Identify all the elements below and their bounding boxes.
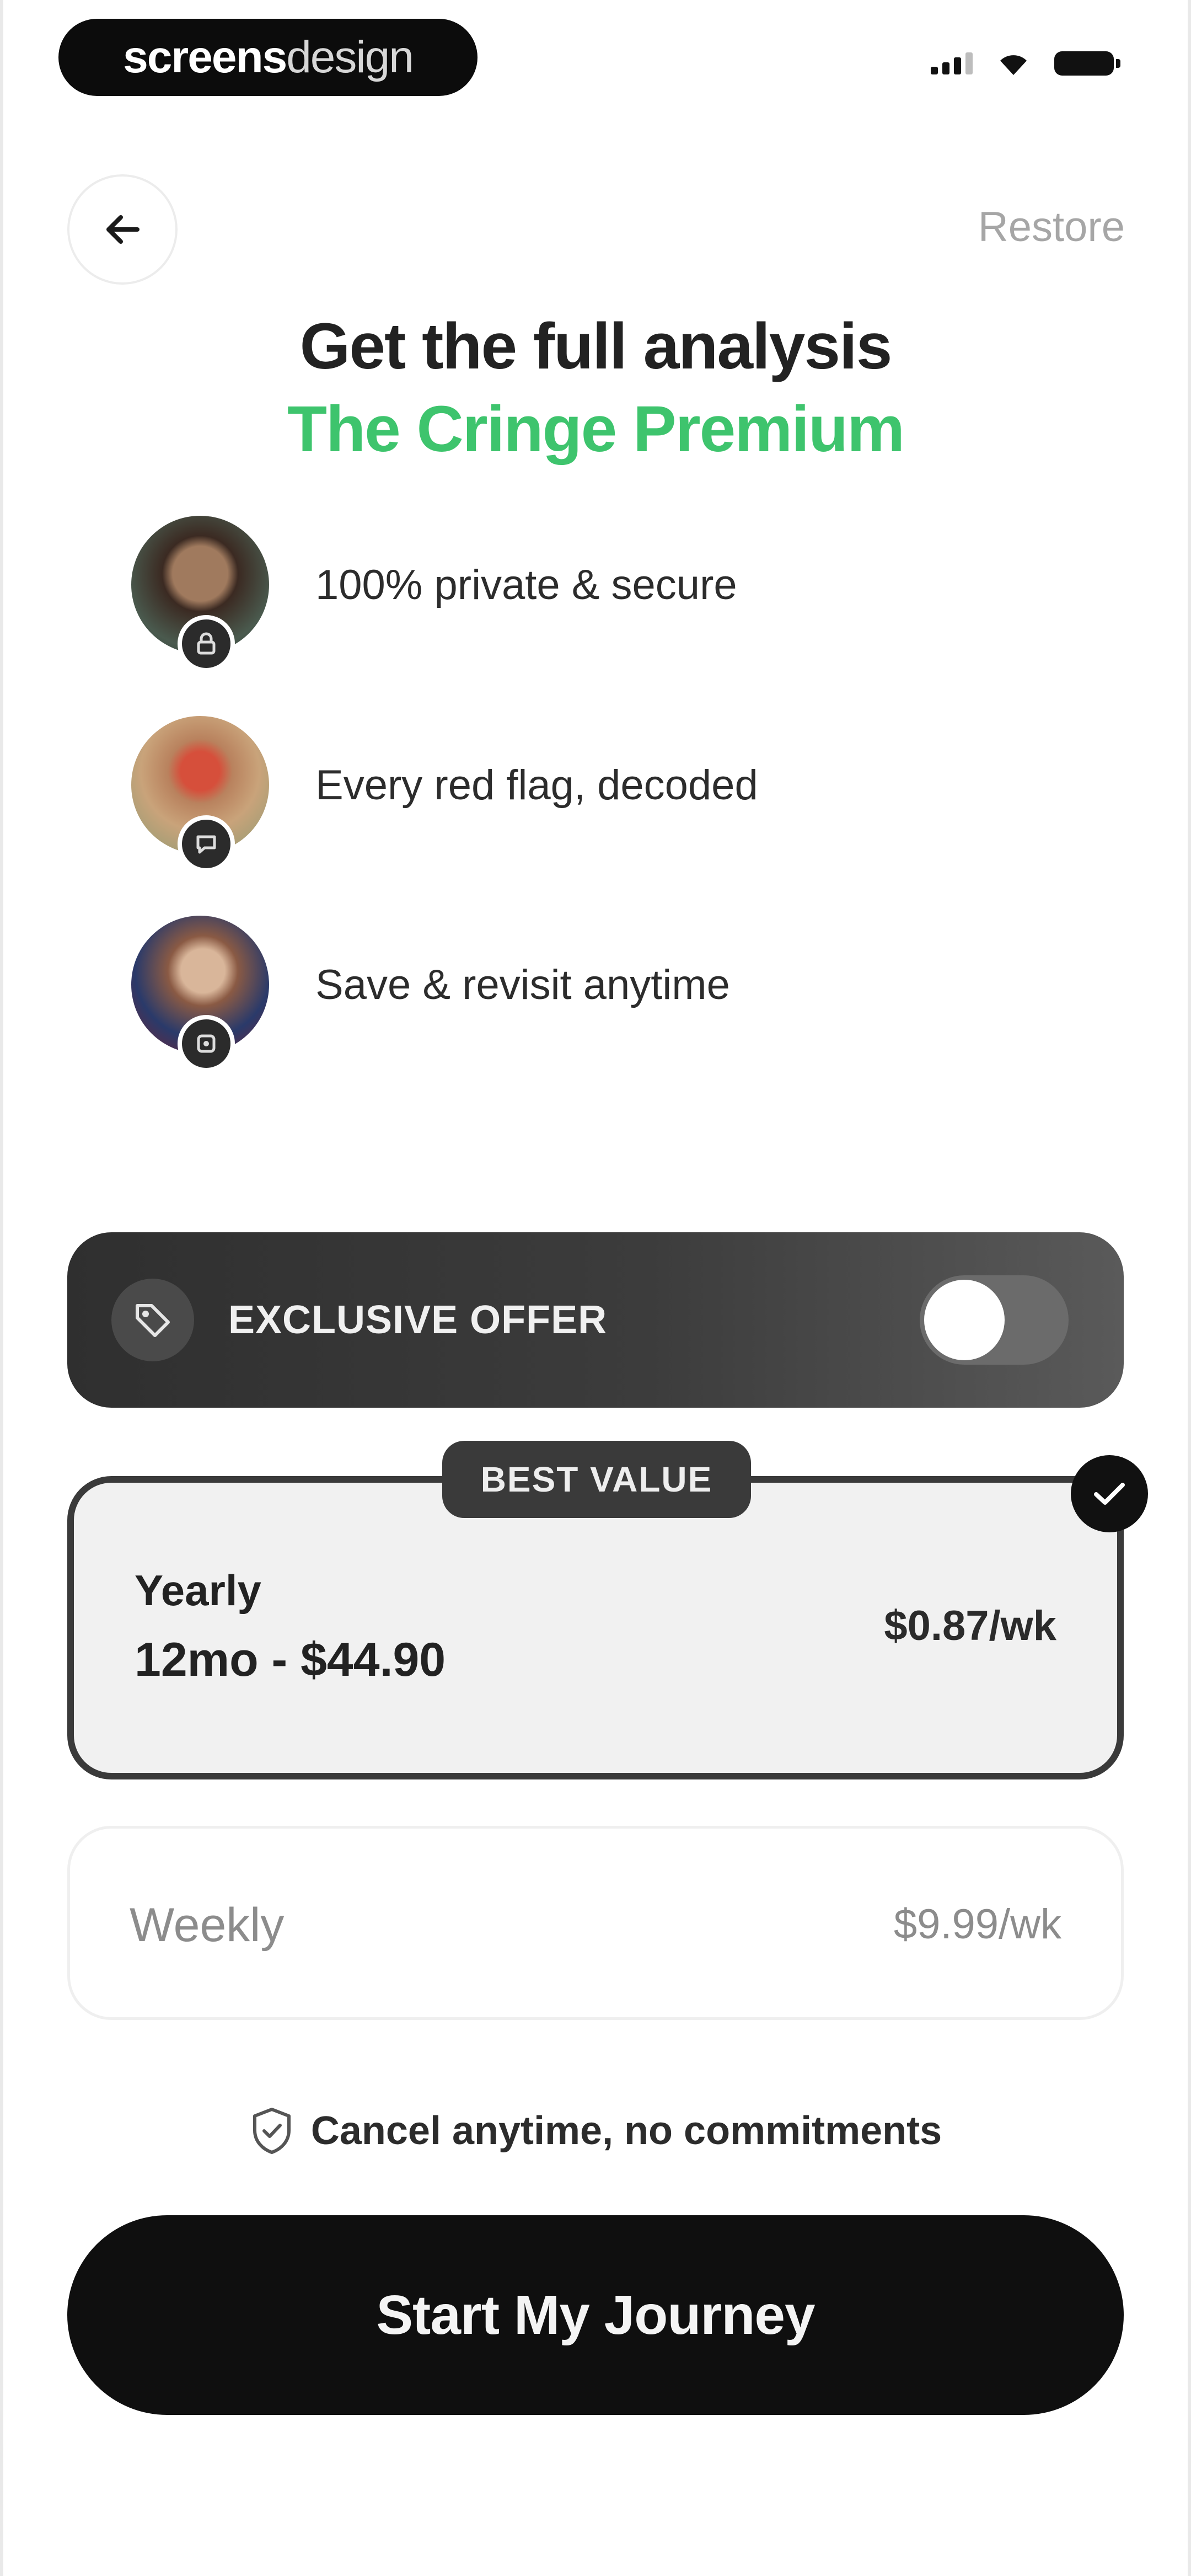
plan-weekly-price: $0.87/wk bbox=[884, 1602, 1056, 1649]
page-subtitle: The Cringe Premium bbox=[287, 393, 905, 466]
plan-price: 12mo - $44.90 bbox=[135, 1633, 446, 1686]
plan-option-weekly[interactable]: Weekly $9.99/wk bbox=[67, 1826, 1124, 2020]
start-journey-button[interactable]: Start My Journey bbox=[67, 2215, 1124, 2415]
tag-icon bbox=[111, 1279, 194, 1361]
cancel-note: Cancel anytime, no commitments bbox=[0, 2106, 1191, 2156]
shield-check-icon bbox=[253, 2108, 291, 2154]
plan-price: $9.99/wk bbox=[893, 1901, 1061, 1948]
best-value-badge: BEST VALUE bbox=[442, 1441, 751, 1518]
page-title: Get the full analysis bbox=[299, 310, 893, 383]
avatar bbox=[131, 516, 269, 672]
status-icons bbox=[931, 51, 1120, 76]
bookmark-icon bbox=[178, 1015, 235, 1072]
exclusive-offer-toggle[interactable] bbox=[920, 1275, 1069, 1365]
feature-item-save: Save & revisit anytime bbox=[131, 910, 730, 1072]
arrow-left-icon bbox=[106, 215, 140, 244]
signal-icon bbox=[931, 52, 973, 74]
check-icon bbox=[1071, 1455, 1148, 1532]
brand-logo-light: design bbox=[286, 32, 414, 82]
plan-name: Yearly bbox=[135, 1566, 261, 1615]
avatar bbox=[131, 916, 269, 1072]
back-button[interactable] bbox=[67, 174, 178, 285]
brand-logo-bold: screens bbox=[123, 32, 287, 82]
avatar bbox=[131, 716, 269, 873]
restore-button[interactable]: Restore bbox=[978, 203, 1125, 251]
exclusive-offer-banner: EXCLUSIVE OFFER bbox=[67, 1232, 1124, 1408]
exclusive-offer-label: EXCLUSIVE OFFER bbox=[228, 1298, 608, 1342]
cancel-note-text: Cancel anytime, no commitments bbox=[310, 2109, 942, 2153]
plan-option-yearly[interactable]: Yearly 12mo - $44.90 $0.87/wk bbox=[67, 1476, 1124, 1779]
brand-logo: screens design bbox=[58, 19, 478, 96]
feature-item-private: 100% private & secure bbox=[131, 510, 737, 672]
feature-label: Every red flag, decoded bbox=[315, 761, 758, 809]
feature-label: 100% private & secure bbox=[315, 561, 737, 608]
chat-icon bbox=[178, 815, 235, 873]
toggle-knob bbox=[924, 1280, 1005, 1360]
feature-label: Save & revisit anytime bbox=[315, 961, 730, 1008]
lock-icon bbox=[178, 615, 235, 672]
wifi-icon bbox=[1000, 55, 1027, 75]
plan-name: Weekly bbox=[130, 1899, 285, 1952]
feature-item-red-flag: Every red flag, decoded bbox=[131, 710, 758, 873]
battery-icon bbox=[1054, 51, 1120, 76]
